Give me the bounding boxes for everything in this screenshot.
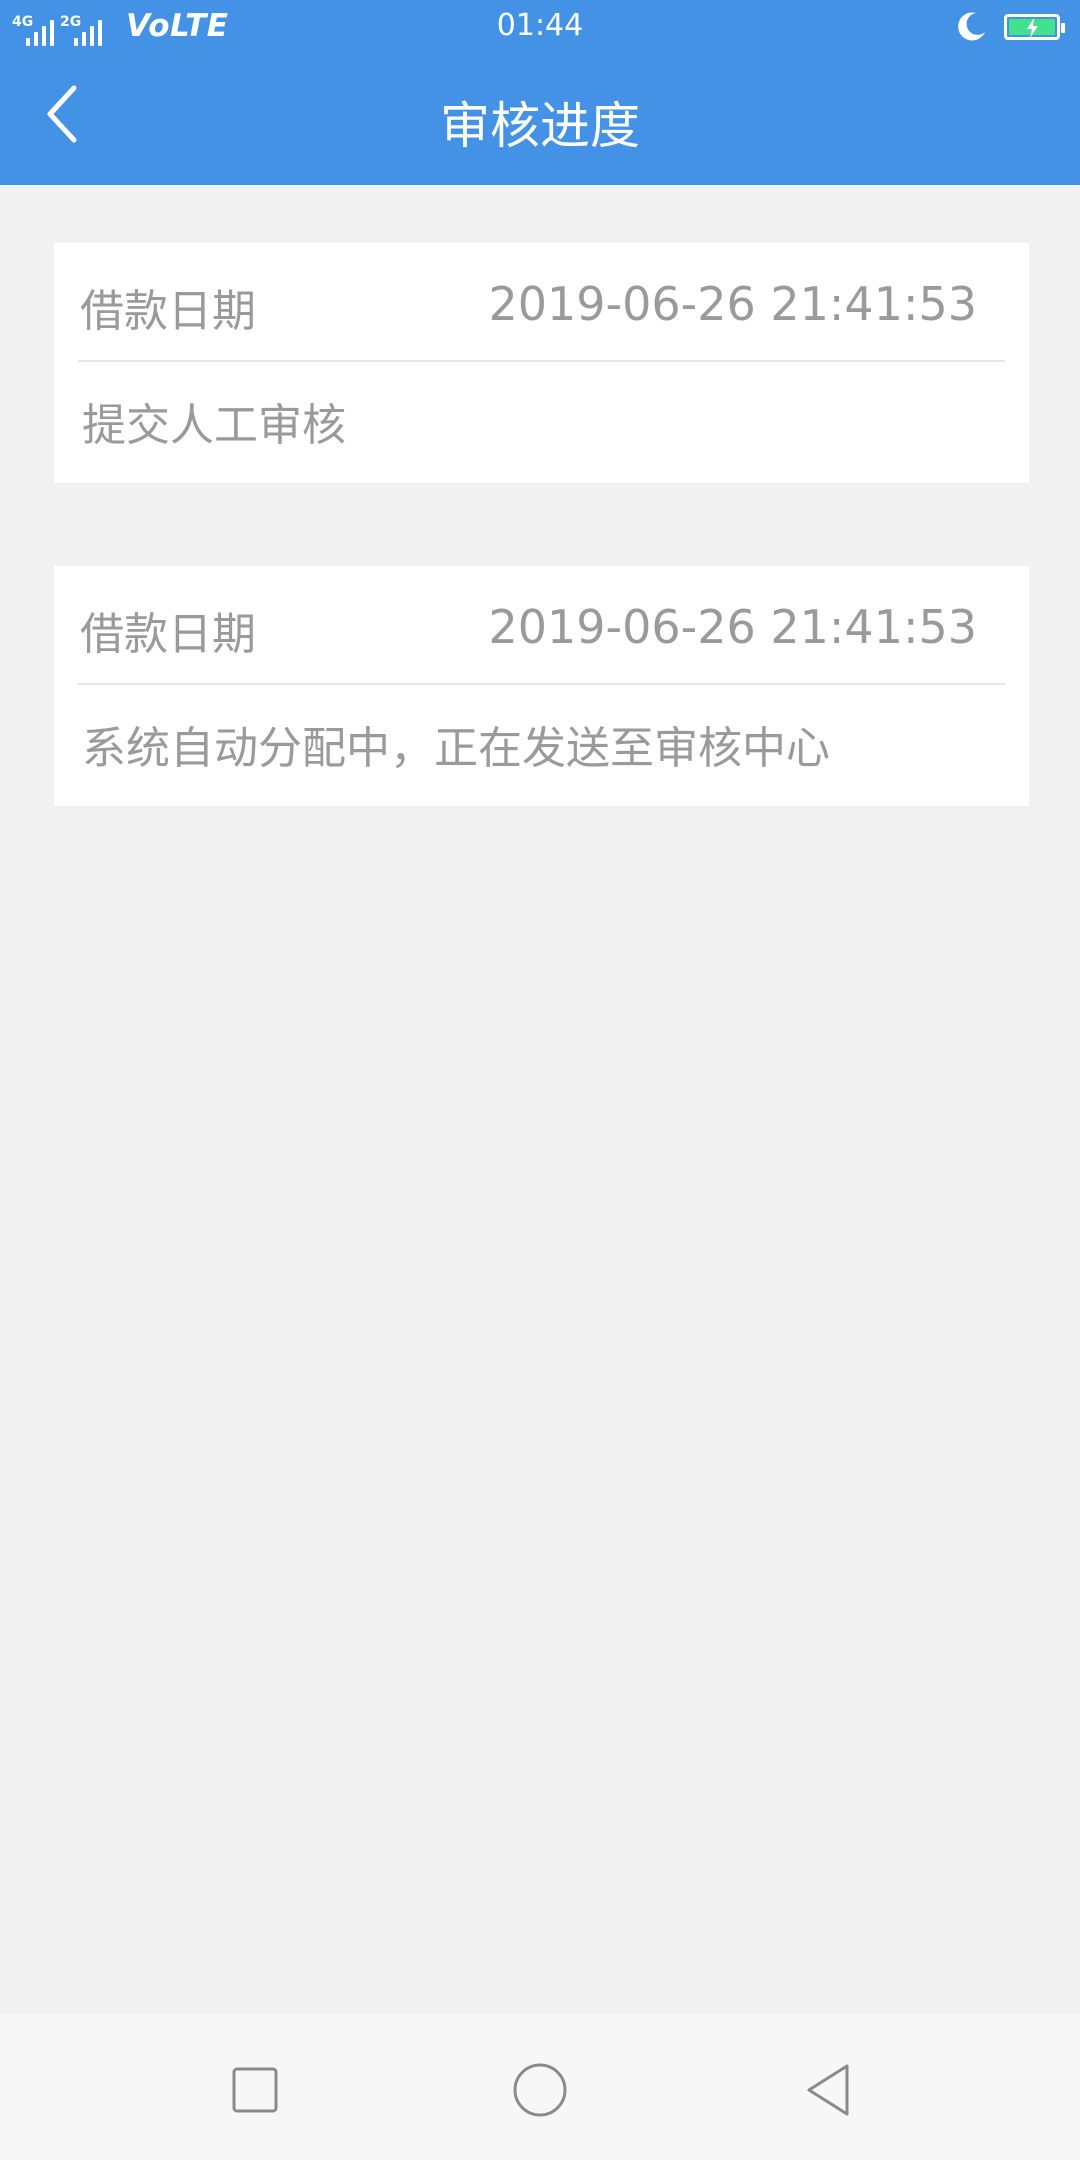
app-bar: 审核进度 bbox=[0, 56, 1080, 185]
system-nav-bar bbox=[0, 2015, 1080, 2160]
progress-status: 提交人工审核 bbox=[82, 400, 346, 451]
recent-apps-icon bbox=[232, 2067, 278, 2113]
page-title: 审核进度 bbox=[440, 97, 640, 155]
system-back-button[interactable] bbox=[795, 2055, 865, 2125]
loan-date-label: 借款日期 bbox=[80, 609, 256, 660]
loan-datetime: 2019-06-26 21:41:53 bbox=[488, 277, 977, 331]
header: 4G 2G VoLTE 01:44 审核进度 bbox=[0, 0, 1080, 185]
moon-icon bbox=[958, 12, 985, 41]
divider bbox=[78, 360, 1005, 362]
status-time: 01:44 bbox=[496, 8, 584, 43]
loan-date-label: 借款日期 bbox=[80, 286, 256, 337]
progress-card: 借款日期 2019-06-26 21:41:53 系统自动分配中，正在发送至审核… bbox=[54, 566, 1029, 806]
progress-card: 借款日期 2019-06-26 21:41:53 提交人工审核 bbox=[54, 243, 1029, 483]
divider bbox=[78, 683, 1005, 685]
battery-icon bbox=[1004, 14, 1065, 40]
home-button[interactable] bbox=[505, 2055, 575, 2125]
back-triangle-icon bbox=[807, 2064, 849, 2116]
app-root: 4G 2G VoLTE 01:44 审核进度 借款日期 2019-06-26 2… bbox=[0, 0, 1080, 2160]
loan-datetime: 2019-06-26 21:41:53 bbox=[488, 600, 977, 654]
status-bar: 4G 2G VoLTE 01:44 bbox=[0, 0, 1080, 56]
progress-status: 系统自动分配中，正在发送至审核中心 bbox=[82, 723, 830, 774]
recent-apps-button[interactable] bbox=[220, 2055, 290, 2125]
home-icon bbox=[513, 2063, 567, 2117]
